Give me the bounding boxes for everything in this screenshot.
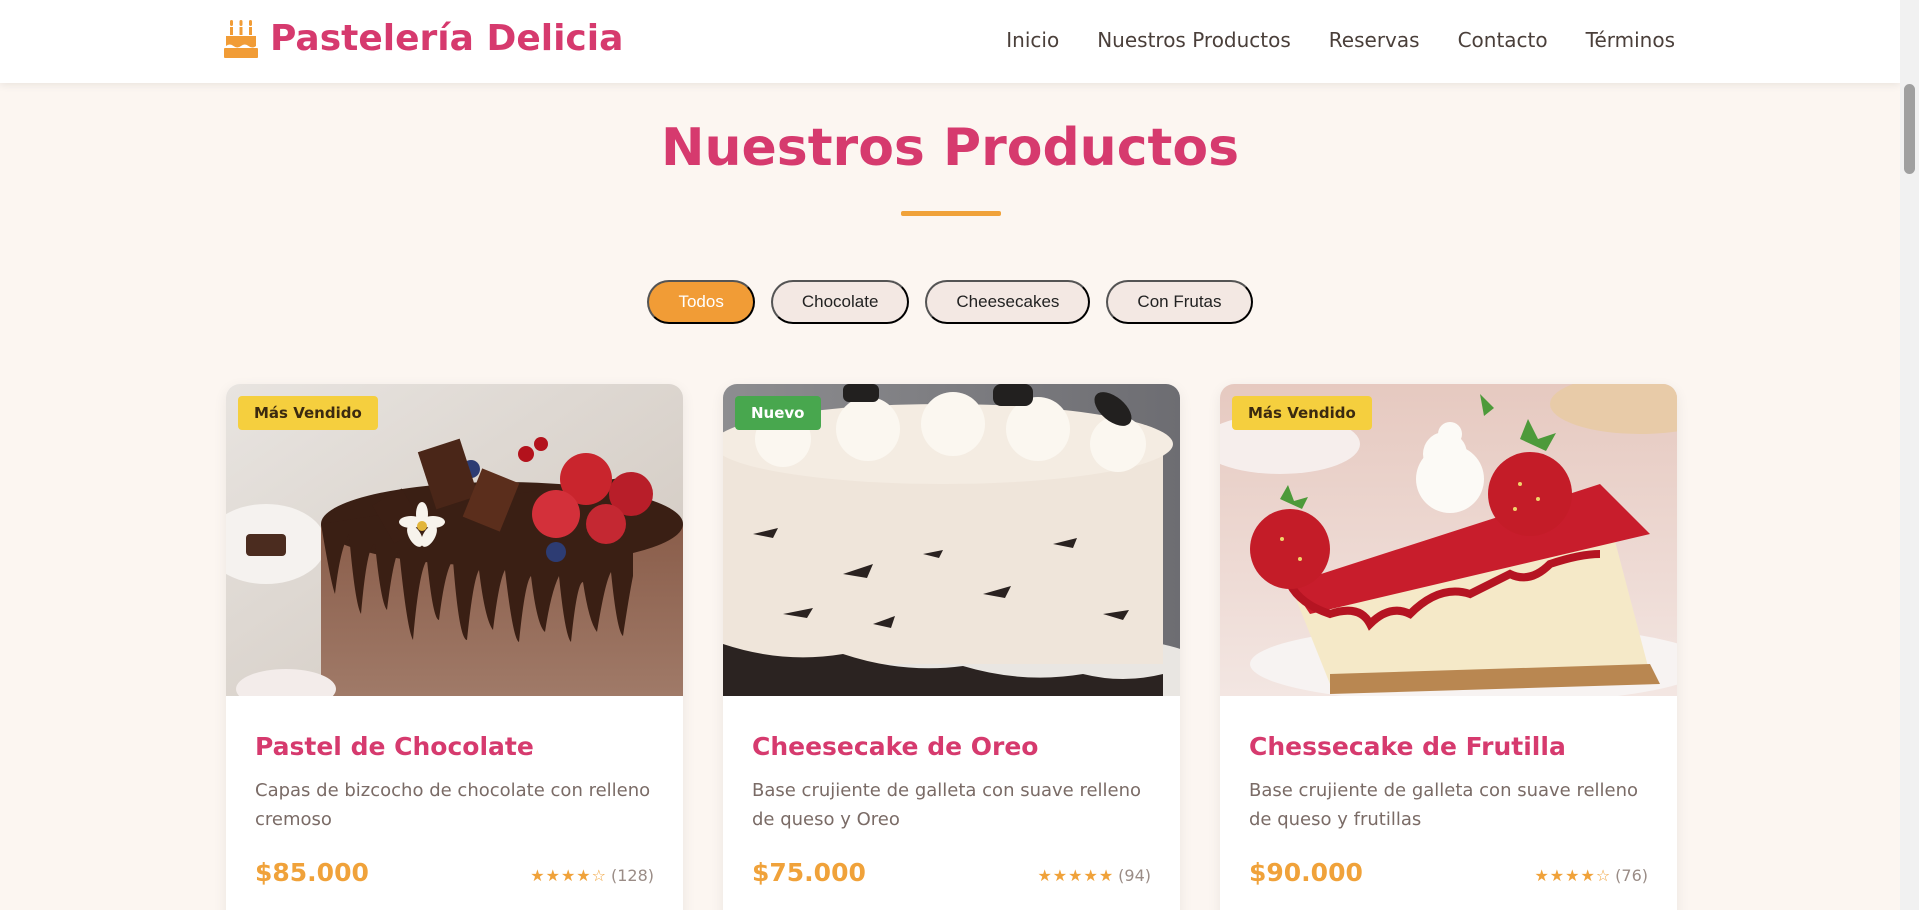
title-divider [901, 211, 1001, 216]
product-title: Cheesecake de Oreo [752, 732, 1039, 761]
brand-name: Pastelería Delicia [270, 18, 624, 59]
scrollbar-thumb[interactable] [1904, 84, 1915, 174]
badge-mas-vendido: Más Vendido [1232, 396, 1372, 430]
nav-item-inicio[interactable]: Inicio [1006, 28, 1059, 52]
product-image: Más Vendido [1220, 384, 1677, 696]
page-scrollbar[interactable] [1900, 0, 1919, 910]
badge-mas-vendido: Más Vendido [238, 396, 378, 430]
star-rating-icon: ★★★★☆ [1534, 866, 1612, 885]
product-image: Más Vendido [226, 384, 683, 696]
review-count: (94) [1118, 866, 1151, 885]
product-image: Nuevo [723, 384, 1180, 696]
badge-nuevo: Nuevo [735, 396, 821, 430]
filter-cheesecakes[interactable]: Cheesecakes [925, 280, 1091, 324]
product-card-cheesecake-de-oreo[interactable]: Nuevo Cheesecake de Oreo Base crujiente … [723, 384, 1180, 910]
filter-todos[interactable]: Todos [647, 280, 755, 324]
product-card-pastel-de-chocolate[interactable]: Más Vendido Pastel de Chocolate Capas de… [226, 384, 683, 910]
filter-con-frutas[interactable]: Con Frutas [1106, 280, 1253, 324]
product-price: $75.000 [752, 858, 866, 887]
product-rating: ★★★★☆ (76) [1534, 866, 1648, 885]
product-description: Base crujiente de galleta con suave rell… [752, 780, 1142, 830]
review-count: (128) [610, 866, 654, 885]
main-nav: Inicio Nuestros Productos Reservas Conta… [1006, 28, 1675, 52]
category-filters: Todos Chocolate Cheesecakes Con Frutas [0, 280, 1900, 324]
product-title: Chessecake de Frutilla [1249, 732, 1566, 761]
product-price: $85.000 [255, 858, 369, 887]
product-rating: ★★★★☆ (128) [530, 866, 654, 885]
nav-item-reservas[interactable]: Reservas [1329, 28, 1420, 52]
birthday-cake-icon [224, 19, 258, 58]
star-rating-icon: ★★★★☆ [530, 866, 607, 885]
product-description: Capas de bizcocho de chocolate con relle… [255, 780, 651, 830]
brand-logo[interactable]: Pastelería Delicia [224, 18, 623, 59]
star-rating-icon: ★★★★★ [1037, 866, 1115, 885]
product-card-chessecake-de-frutilla[interactable]: Más Vendido Chessecake de Frutilla Base … [1220, 384, 1677, 910]
product-rating: ★★★★★ (94) [1037, 866, 1151, 885]
product-price: $90.000 [1249, 858, 1363, 887]
review-count: (76) [1615, 866, 1648, 885]
product-title: Pastel de Chocolate [255, 732, 534, 761]
site-header: Pastelería Delicia Inicio Nuestros Produ… [0, 0, 1900, 83]
nav-item-terminos[interactable]: Términos [1586, 28, 1675, 52]
product-description: Base crujiente de galleta con suave rell… [1249, 780, 1639, 830]
nav-item-nuestros-productos[interactable]: Nuestros Productos [1097, 28, 1291, 52]
nav-item-contacto[interactable]: Contacto [1458, 28, 1548, 52]
section-title: Nuestros Productos [660, 118, 1240, 178]
filter-chocolate[interactable]: Chocolate [770, 280, 910, 324]
